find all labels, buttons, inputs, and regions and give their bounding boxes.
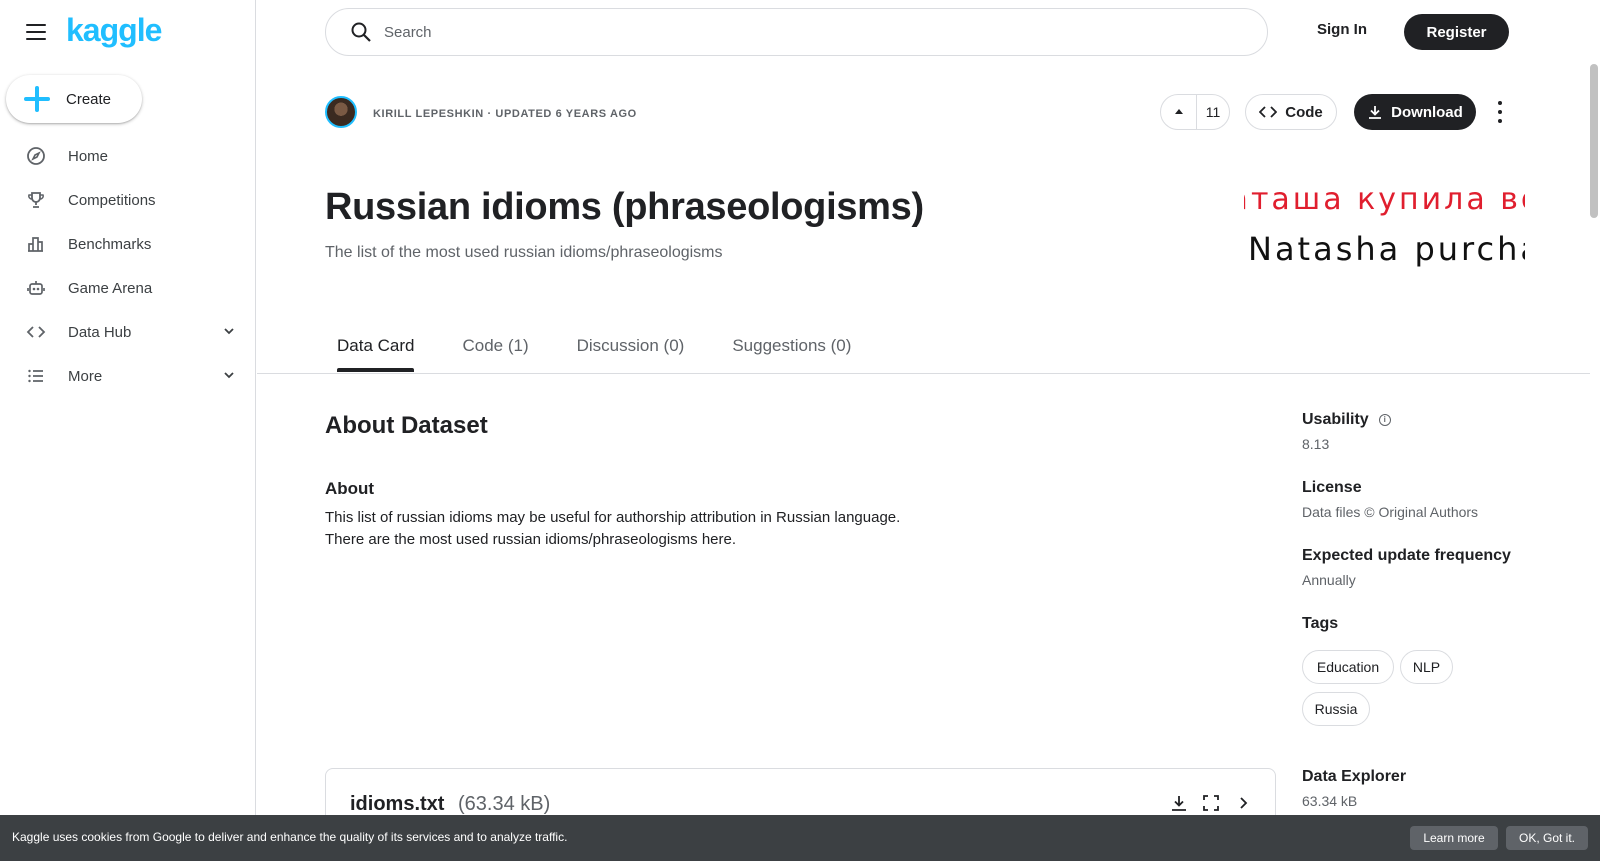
usability-section: Usability i 8.13 — [1302, 411, 1391, 452]
chevron-down-icon[interactable] — [222, 324, 236, 338]
search-bar[interactable] — [325, 8, 1268, 56]
license-label: License — [1302, 479, 1362, 496]
robot-icon — [26, 278, 46, 298]
info-icon[interactable]: i — [1378, 414, 1391, 426]
sidebar-item-home[interactable]: Home — [0, 134, 256, 178]
download-icon[interactable] — [1169, 793, 1189, 813]
sidebar-item-competitions[interactable]: Competitions — [0, 178, 256, 222]
sidebar-nav: Home Competitions Benchmarks Game Arena — [0, 134, 256, 398]
download-button-label: Download — [1391, 103, 1463, 121]
sidebar-item-label: More — [68, 367, 103, 385]
file-name: idioms.txt — [350, 793, 445, 815]
fullscreen-icon[interactable] — [1201, 793, 1221, 813]
usability-label: Usability — [1302, 411, 1369, 428]
search-input[interactable] — [384, 23, 1184, 41]
sidebar-item-benchmarks[interactable]: Benchmarks — [0, 222, 256, 266]
banner-russian-text: Наташа купила во — [1244, 182, 1525, 217]
tag-nlp[interactable]: NLP — [1400, 650, 1453, 684]
code-icon — [1259, 106, 1278, 118]
menu-icon[interactable] — [24, 22, 48, 42]
sidebar: kaggle Create Home Competitions Benchmar… — [0, 0, 256, 861]
bar-chart-icon — [26, 234, 46, 254]
dataset-byline: KIRILL LEPESHKIN · UPDATED 6 YEARS AGO — [373, 108, 637, 120]
frequency-section: Expected update frequency Annually — [1302, 547, 1511, 588]
chevron-down-icon[interactable] — [222, 368, 236, 382]
frequency-value: Annually — [1302, 572, 1356, 588]
license-value[interactable]: Data files © Original Authors — [1302, 504, 1478, 520]
more-options-icon[interactable] — [1497, 101, 1503, 123]
data-explorer-label: Data Explorer — [1302, 768, 1407, 785]
sidebar-item-label: Home — [68, 147, 109, 165]
sidebar-item-more[interactable]: More — [0, 354, 256, 398]
data-explorer-section: Data Explorer 63.34 kB — [1302, 768, 1406, 809]
upvote-widget: 11 — [1160, 94, 1230, 130]
file-size: (63.34 kB) — [458, 793, 551, 815]
tags-label: Tags — [1302, 615, 1339, 632]
download-icon — [1369, 106, 1382, 119]
tab-data-card[interactable]: Data Card — [325, 336, 426, 372]
sidebar-item-label: Data Hub — [68, 323, 132, 341]
page-subtitle: The list of the most used russian idioms… — [325, 244, 723, 261]
tab-suggestions[interactable]: Suggestions (0) — [720, 336, 863, 372]
register-button[interactable]: Register — [1404, 14, 1509, 50]
tab-bar: Data Card Code (1) Discussion (0) Sugges… — [325, 336, 887, 372]
tag-education[interactable]: Education — [1302, 650, 1394, 684]
data-explorer-size: 63.34 kB — [1302, 793, 1358, 809]
code-button[interactable]: Code — [1245, 94, 1337, 130]
upvote-button[interactable] — [1161, 95, 1197, 129]
file-actions — [1169, 793, 1253, 813]
create-label: Create — [66, 90, 112, 108]
cookie-banner: Kaggle uses cookies from Google to deliv… — [0, 815, 1600, 861]
list-icon — [26, 366, 46, 386]
sign-in-button[interactable]: Sign In — [1317, 21, 1367, 38]
create-button[interactable]: Create — [6, 75, 142, 123]
download-button[interactable]: Download — [1354, 94, 1476, 130]
scrollbar[interactable] — [1590, 64, 1598, 218]
page: kaggle Create Home Competitions Benchmar… — [0, 0, 1600, 861]
tab-discussion[interactable]: Discussion (0) — [565, 336, 697, 372]
tags-section: Tags — [1302, 615, 1338, 633]
about-line-1: This list of russian idioms may be usefu… — [325, 509, 901, 526]
trophy-icon — [26, 190, 46, 210]
chevron-right-icon[interactable] — [1233, 793, 1253, 813]
page-title: Russian idioms (phraseologisms) — [325, 186, 924, 228]
dataset-banner-image: Наташа купила во Natasha purchased v — [1244, 178, 1525, 274]
about-heading: About Dataset — [325, 412, 488, 439]
sidebar-item-game-arena[interactable]: Game Arena — [0, 266, 256, 310]
about-line-2: There are the most used russian idioms/p… — [325, 531, 737, 548]
avatar[interactable] — [325, 96, 357, 128]
code-button-label: Code — [1285, 103, 1323, 121]
usability-value: 8.13 — [1302, 436, 1330, 452]
ok-got-it-button[interactable]: OK, Got it. — [1506, 826, 1588, 850]
tab-code[interactable]: Code (1) — [450, 336, 540, 372]
cookie-text: Kaggle uses cookies from Google to deliv… — [12, 830, 568, 844]
code-icon — [26, 322, 46, 342]
about-description: This list of russian idioms may be usefu… — [325, 507, 1125, 551]
compass-icon — [26, 146, 46, 166]
sidebar-item-data-hub[interactable]: Data Hub — [0, 310, 256, 354]
upvote-count[interactable]: 11 — [1197, 104, 1229, 120]
caret-up-icon — [1174, 109, 1183, 114]
tabs-divider — [257, 373, 1590, 374]
sidebar-item-label: Game Arena — [68, 279, 153, 297]
learn-more-button[interactable]: Learn more — [1410, 826, 1498, 850]
license-section: License Data files © Original Authors — [1302, 479, 1478, 520]
search-icon — [351, 22, 371, 42]
sidebar-item-label: Benchmarks — [68, 235, 152, 253]
about-subheading: About — [325, 479, 375, 498]
banner-english-text: Natasha purchased v — [1248, 230, 1525, 268]
plus-icon — [24, 86, 50, 112]
sidebar-item-label: Competitions — [68, 191, 156, 209]
frequency-label: Expected update frequency — [1302, 547, 1511, 564]
kaggle-logo[interactable]: kaggle — [66, 12, 162, 49]
tag-russia[interactable]: Russia — [1302, 692, 1370, 726]
